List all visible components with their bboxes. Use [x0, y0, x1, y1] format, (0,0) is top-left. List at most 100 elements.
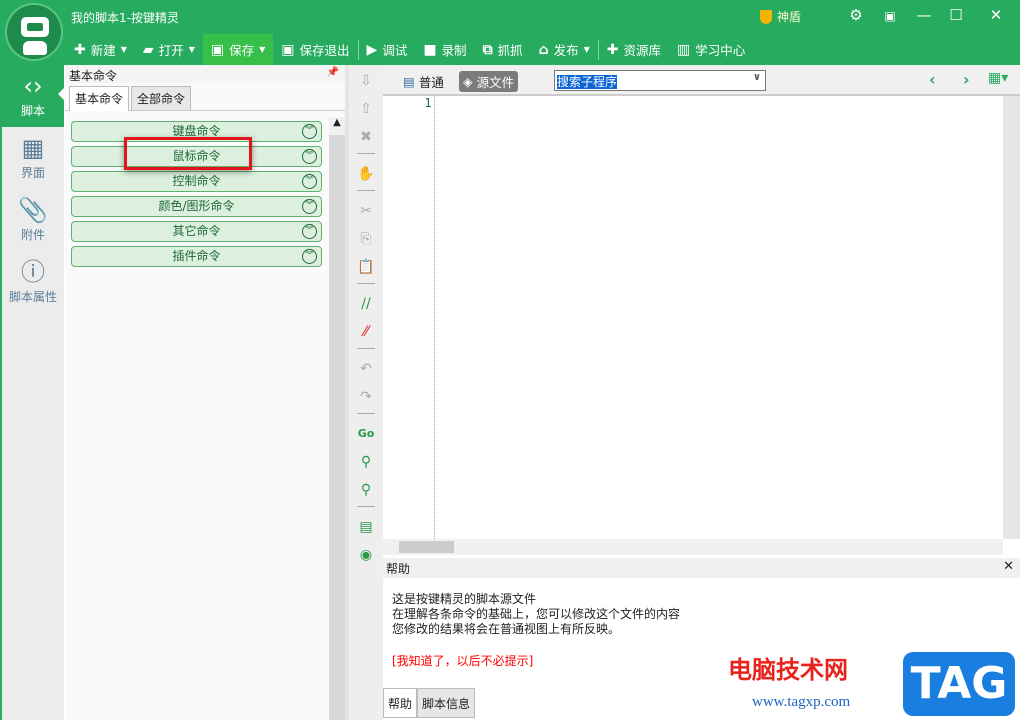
side-nav: ‹› 脚本 ▦ 界面 📎 附件 ⓘ 脚本属性	[0, 65, 65, 720]
list-icon[interactable]: ▤	[359, 515, 372, 539]
toolbar-button-1[interactable]: ▰ 打开 ▼	[135, 34, 203, 65]
normal-view-icon: ▤	[403, 74, 415, 89]
line-number: 1	[383, 96, 435, 539]
find-icon[interactable]: ⚲	[361, 450, 371, 474]
command-label: 其它命令	[172, 224, 221, 238]
back-icon[interactable]: ‹	[929, 70, 936, 89]
expand-icon[interactable]: ︾	[302, 224, 317, 239]
copy-icon[interactable]: ⎘	[360, 227, 371, 251]
panel-scrollbar[interactable]: ▲	[329, 117, 345, 720]
capture-icon: ⧉	[482, 41, 493, 58]
book-icon: ▥	[677, 41, 691, 58]
toolbar-button-4[interactable]: ▶ 调试	[359, 34, 416, 65]
goto-icon[interactable]: Go	[358, 422, 375, 446]
toolbar-button-7[interactable]: ⌂ 发布 ▼	[531, 34, 598, 65]
minimize-button[interactable]: —	[910, 6, 938, 24]
toolbar-label: 打开	[158, 43, 184, 58]
nav-label: 脚本属性	[8, 290, 57, 304]
cut-icon[interactable]: ✂	[360, 199, 372, 223]
replace-icon[interactable]: ⚲	[361, 478, 371, 502]
toolbar-label: 保存	[229, 43, 255, 58]
comment-icon[interactable]: //	[361, 292, 370, 316]
expand-icon[interactable]: ︾	[302, 174, 317, 189]
folder-icon: ▰	[142, 41, 154, 58]
expand-icon[interactable]: ︾	[302, 199, 317, 214]
mode-source[interactable]: ◈ 源文件	[459, 71, 519, 92]
nav-icon: ▦	[21, 134, 45, 162]
nav-item-0[interactable]: ‹› 脚本	[2, 65, 65, 127]
pin-icon[interactable]: 📌	[327, 67, 339, 78]
redo-icon[interactable]: ↷	[360, 385, 372, 409]
nav-item-2[interactable]: 📎 附件	[2, 189, 64, 251]
toolbar-label: 抓抓	[497, 43, 523, 58]
toolbar-button-9[interactable]: ▥ 学习中心	[669, 34, 753, 65]
shield-button[interactable]: 神盾	[760, 8, 801, 25]
toolbar-button-2[interactable]: ▣ 保存 ▼	[202, 34, 274, 65]
editor: ▤ 普通 ◈ 源文件 搜索子程序 ∨ ‹ › ▦▾ 1 帮助 ✕ 这是按键精灵的脚本源文…	[383, 65, 1020, 720]
toolbar-button-6[interactable]: ⧉ 抓抓	[475, 34, 531, 65]
caret-down-icon[interactable]: ▼	[189, 45, 195, 54]
move-up-icon[interactable]: ⇧	[360, 97, 372, 121]
highlight-box	[124, 137, 252, 170]
hand-icon[interactable]: ✋	[357, 162, 374, 186]
save-exit-icon: ▣	[281, 41, 295, 58]
subroutine-search[interactable]: 搜索子程序 ∨	[554, 70, 766, 91]
vertical-scrollbar[interactable]	[1003, 96, 1020, 539]
camera-icon: ■	[423, 41, 437, 58]
toolbar-label: 学习中心	[695, 43, 746, 58]
expand-icon[interactable]: ︾	[302, 149, 317, 164]
settings-button[interactable]: ⚙	[842, 6, 870, 24]
toolbar-button-5[interactable]: ■ 录制	[415, 34, 474, 65]
nav-item-3[interactable]: ⓘ 脚本属性	[2, 251, 64, 313]
command-group[interactable]: 其它命令 ︾	[71, 221, 322, 242]
title-bar: 我的脚本1-按键精灵 神盾 ⚙ ▣ — ☐ ✕ ✚ 新建 ▼ ▰ 打开 ▼ ▣ 保存 ▼ ▣ 保存退…	[0, 0, 1020, 65]
skin-button[interactable]: ▣	[876, 9, 904, 23]
toolbar-button-8[interactable]: ✚ 资源库	[599, 34, 669, 65]
maximize-button[interactable]: ☐	[942, 6, 970, 24]
toolbar-label: 保存退出	[299, 43, 350, 58]
play-icon: ▶	[366, 41, 378, 58]
undo-icon[interactable]: ↶	[360, 357, 372, 381]
plus-icon: ✚	[74, 41, 86, 58]
preview-icon[interactable]: ◉	[360, 543, 372, 567]
forward-icon[interactable]: ›	[963, 70, 970, 89]
toolbar-label: 发布	[553, 43, 579, 58]
uncomment-icon[interactable]: ⁄⁄	[364, 320, 369, 344]
app-logo	[5, 3, 63, 61]
move-down-icon[interactable]: ⇩	[360, 69, 372, 93]
panel-title: 基本命令	[69, 69, 118, 83]
nav-label: 脚本	[20, 104, 45, 118]
caret-down-icon[interactable]: ▼	[584, 45, 590, 54]
command-group[interactable]: 控制命令 ︾	[71, 171, 322, 192]
nav-label: 附件	[20, 228, 45, 242]
tab-help[interactable]: 帮助	[383, 688, 418, 718]
tab-all-commands[interactable]: 全部命令	[131, 86, 192, 110]
horizontal-scrollbar[interactable]	[383, 539, 1003, 555]
scroll-up-icon[interactable]: ▲	[329, 117, 345, 135]
caret-down-icon[interactable]: ▼	[121, 45, 127, 54]
code-editor[interactable]: 1	[383, 96, 1003, 539]
toolbar-button-3[interactable]: ▣ 保存退出	[273, 34, 357, 65]
layout-icon[interactable]: ▦▾	[988, 70, 1008, 86]
close-button[interactable]: ✕	[982, 6, 1010, 24]
tab-script-info[interactable]: 脚本信息	[417, 688, 476, 718]
toolbar-label: 录制	[441, 43, 467, 58]
tab-basic-commands[interactable]: 基本命令	[69, 86, 130, 111]
caret-down-icon[interactable]: ▼	[259, 45, 265, 54]
nav-item-1[interactable]: ▦ 界面	[2, 127, 64, 189]
expand-icon[interactable]: ︾	[302, 124, 317, 139]
command-group[interactable]: 插件命令 ︾	[71, 246, 322, 267]
paste-icon[interactable]: 📋	[357, 255, 374, 279]
mode-normal[interactable]: ▤ 普通	[399, 71, 448, 92]
main-toolbar: ✚ 新建 ▼ ▰ 打开 ▼ ▣ 保存 ▼ ▣ 保存退出 ▶ 调试 ■ 录制 ⧉ 抓抓 ⌂ 发布 ▼ ✚ 资源库 ▥ 学习中心	[66, 34, 753, 65]
expand-icon[interactable]: ︾	[302, 249, 317, 264]
close-help-icon[interactable]: ✕	[1003, 559, 1014, 574]
chevron-down-icon[interactable]: ∨	[753, 72, 761, 83]
command-group[interactable]: 颜色/图形命令 ︾	[71, 196, 322, 217]
shield-icon	[760, 9, 772, 24]
command-label: 键盘命令	[172, 124, 221, 138]
source-file-icon: ◈	[463, 74, 473, 89]
watermark-url: www.tagxp.com	[752, 694, 851, 710]
delete-icon[interactable]: ✖	[360, 125, 372, 149]
toolbar-button-0[interactable]: ✚ 新建 ▼	[66, 34, 135, 65]
